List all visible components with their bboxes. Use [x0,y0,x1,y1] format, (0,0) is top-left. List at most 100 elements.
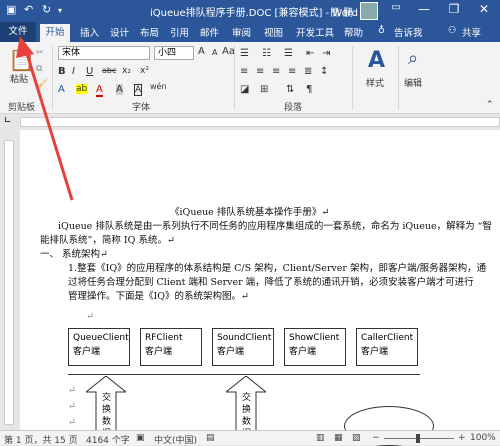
box-sub: 客户端 [73,347,101,357]
share-button[interactable]: 共享 [462,25,481,39]
doc-title: 《iQueue 排队系统基本操作手册》↵ [170,207,330,218]
paste-icon[interactable]: 📋 [8,48,35,73]
bold-button[interactable]: B [58,66,66,77]
ribbon: 📋 粘贴 ✂ ⧉ 🖌 剪贴板 宋体 小四 A A Aa B I U abc x₂… [0,42,500,114]
tab-review[interactable]: 审阅 [232,25,251,39]
horizontal-ruler[interactable] [20,117,500,127]
web-layout-icon[interactable]: ▧ [352,433,361,443]
paragraph-group-label: 段落 [284,103,303,113]
font-size-select[interactable]: 小四 [154,46,194,60]
distributed-icon[interactable]: ≣ [304,66,312,77]
doc-paragraph: 管理操作。下面是《IQ》的系统架构图。↵ [68,291,250,302]
diagram-line [68,374,420,375]
grow-font-icon[interactable]: A [198,46,205,57]
tab-file[interactable]: 文件 [0,22,36,42]
collapse-ribbon-icon[interactable]: ⌃ [486,100,494,110]
save-icon[interactable]: ▣ [6,3,16,16]
shading-icon[interactable]: ◪ [240,84,249,95]
zoom-slider-thumb[interactable] [416,434,420,443]
word-count[interactable]: 4164 个字 [86,433,130,446]
language[interactable]: 中文(中国) [154,433,197,446]
format-painter-icon[interactable]: 🖌 [36,80,47,90]
clipboard-group-label: 剪贴板 [8,103,36,113]
box-label: CallerClient [361,333,414,343]
subscript-button[interactable]: x₂ [122,66,131,76]
superscript-button[interactable]: x² [140,66,149,76]
font-name-select[interactable]: 宋体 [58,46,150,60]
editing-button[interactable]: 编辑 [404,76,422,89]
customize-quick-access-icon[interactable]: ▾ [58,6,62,15]
styles-icon[interactable]: A [368,48,385,73]
diagram-box-rfclient: RFClient 客户端 [140,328,202,366]
box-label: SoundClient [217,333,272,343]
decrease-indent-icon[interactable]: ⇤ [306,48,314,59]
tab-insert[interactable]: 插入 [80,25,99,39]
find-icon[interactable]: ⌕ [408,48,418,69]
tell-me-search[interactable]: 告诉我 [394,25,423,39]
sort-icon[interactable]: ⇅ [286,84,294,95]
divider [52,46,53,110]
justify-icon[interactable]: ≡ [288,66,296,77]
avatar[interactable] [360,2,378,20]
share-icon: ⚇ [448,25,457,36]
paste-button[interactable]: 粘贴 [10,72,28,85]
increase-indent-icon[interactable]: ⇥ [322,48,330,59]
minimize-button[interactable]: — [414,2,434,16]
macro-icon[interactable]: ▤ [206,433,215,443]
copy-icon[interactable]: ⧉ [36,64,42,74]
lightbulb-icon: ♁ [378,25,385,36]
numbering-icon[interactable]: ☷ [262,48,271,59]
zoom-out-button[interactable]: − [372,433,380,443]
tab-references[interactable]: 引用 [170,25,189,39]
ribbon-display-options-icon[interactable]: ▭ [386,2,406,13]
page-count[interactable]: 第 1 页，共 15 页 [4,433,78,446]
print-layout-icon[interactable]: ▦ [334,433,343,443]
zoom-in-button[interactable]: + [458,433,466,443]
borders-icon[interactable]: ⊞ [260,84,268,95]
tab-view[interactable]: 视图 [264,25,283,39]
title-bar: ▣ ↶ ↻ ▾ iQueue排队程序手册.DOC [兼容模式] - Word 熊… [0,0,500,22]
char-border-icon[interactable]: A [134,84,143,96]
vertical-ruler[interactable] [4,140,14,425]
italic-button[interactable]: I [72,66,75,77]
proofing-icon[interactable]: ▣ [136,433,145,443]
read-mode-icon[interactable]: ▥ [316,433,325,443]
strikethrough-button[interactable]: abc [102,66,116,75]
undo-icon[interactable]: ↶ [24,3,33,16]
tab-selector-icon[interactable]: ∟ [4,116,12,126]
underline-button[interactable]: U [86,66,93,77]
bullets-icon[interactable]: ☰ [240,48,249,59]
multilevel-list-icon[interactable]: ☰ [284,48,293,59]
divider [352,46,353,110]
align-left-icon[interactable]: ≡ [240,66,248,77]
phonetic-guide-icon[interactable]: wén [150,82,167,91]
close-button[interactable]: ✕ [474,2,494,16]
char-shading-icon[interactable]: A [116,84,123,95]
divider [398,46,399,110]
window-title: iQueue排队程序手册.DOC [兼容模式] - Word [150,8,359,19]
zoom-level[interactable]: 100% [470,433,496,443]
tab-developer[interactable]: 开发工具 [296,25,334,39]
align-right-icon[interactable]: ≡ [272,66,280,77]
tab-mailings[interactable]: 邮件 [200,25,219,39]
align-center-icon[interactable]: ≡ [256,66,264,77]
redo-icon[interactable]: ↻ [42,3,51,16]
diagram-box-soundclient: SoundClient 客户端 [212,328,274,366]
tab-help[interactable]: 帮助 [344,25,363,39]
tab-layout[interactable]: 布局 [140,25,159,39]
show-marks-icon[interactable]: ¶ [306,84,312,95]
font-color-icon[interactable]: A [96,84,103,97]
tab-home[interactable]: 开始 [40,24,70,42]
cut-icon[interactable]: ✂ [36,48,44,58]
restore-button[interactable]: ❐ [444,2,464,16]
doc-paragraph: iQueue 排队系统是由一系列执行不同任务的应用程序集组成的一套系统，命名为 … [58,221,493,232]
highlight-icon[interactable]: ab [76,84,88,94]
paragraph-mark: ↵ [86,311,94,322]
user-name[interactable]: 熊 鹏 [330,4,353,19]
styles-button[interactable]: 样式 [366,76,384,89]
document-page[interactable]: 《iQueue 排队系统基本操作手册》↵ iQueue 排队系统是由一系列执行不… [20,130,500,446]
tab-design[interactable]: 设计 [110,25,129,39]
line-spacing-icon[interactable]: ↕ [320,66,328,77]
text-effects-icon[interactable]: A [58,84,65,95]
shrink-font-icon[interactable]: A [212,48,217,57]
